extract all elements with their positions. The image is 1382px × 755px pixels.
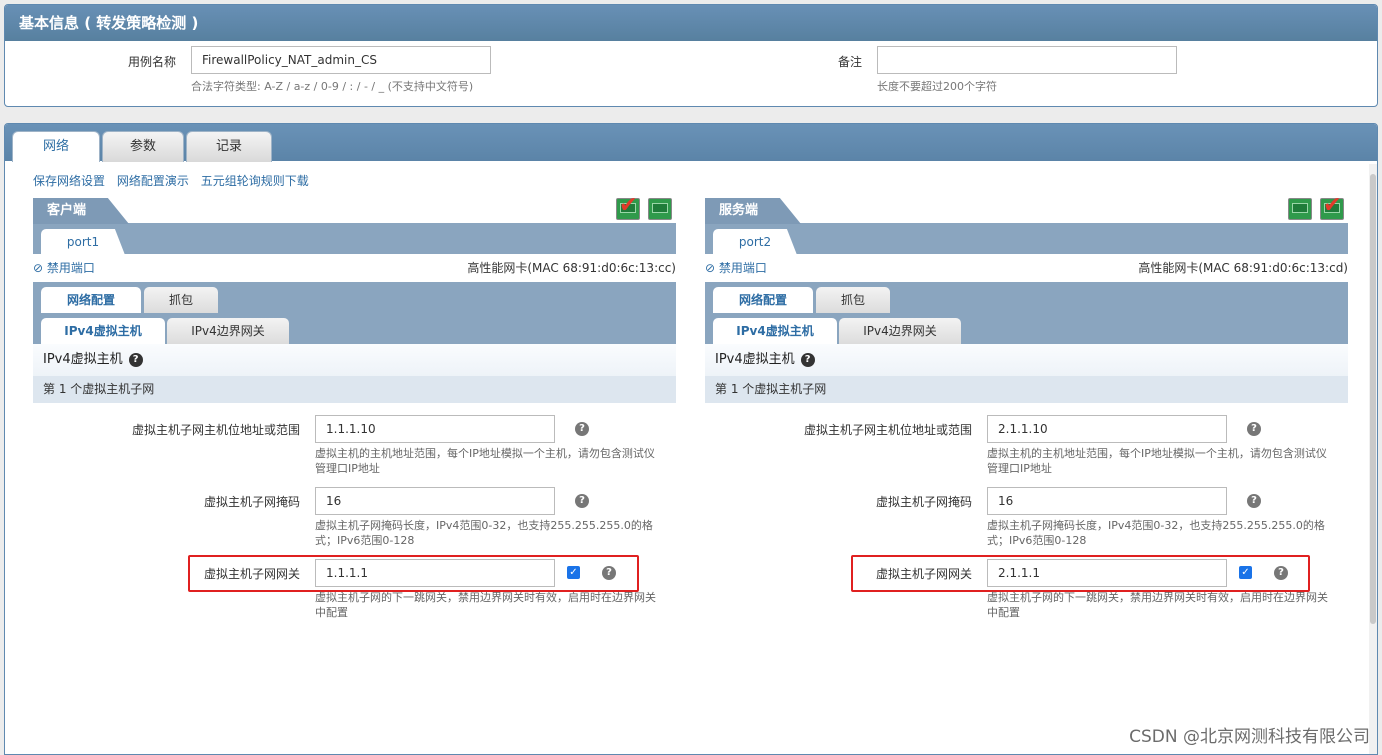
server-gw-checkbox[interactable]: ✓ [1239, 566, 1252, 579]
server-mask-input[interactable]: 16 [987, 487, 1227, 515]
tab-network[interactable]: 网络 [12, 131, 100, 162]
help-icon[interactable]: ? [575, 494, 589, 508]
server-tab-netcfg[interactable]: 网络配置 [713, 287, 813, 313]
server-port-tab[interactable]: port2 [713, 229, 797, 255]
help-icon[interactable]: ? [800, 352, 815, 367]
nic-checked-icon[interactable]: ✔ [1320, 193, 1344, 220]
client-mask-hint: 虚拟主机子网掩码长度，IPv4范围0-32，也支持255.255.255.0的格… [315, 519, 653, 547]
case-name-label: 用例名称 [128, 55, 177, 69]
server-mask-hint: 虚拟主机子网掩码长度，IPv4范围0-32，也支持255.255.255.0的格… [987, 519, 1325, 547]
main-tab-bar: 网络 参数 记录 [5, 124, 1377, 162]
case-name-hint: 合法字符类型: A-Z / a-z / 0-9 / : / - / _ (不支持… [191, 80, 474, 93]
client-disable-port-label: 禁用端口 [46, 261, 95, 275]
tuple-rule-download-link[interactable]: 五元组轮询规则下载 [201, 174, 309, 188]
client-tab-capture[interactable]: 抓包 [144, 287, 218, 313]
client-gw-checkbox[interactable]: ✓ [567, 566, 580, 579]
client-mask-input[interactable]: 16 [315, 487, 555, 515]
tab-params[interactable]: 参数 [102, 131, 184, 162]
nic-checked-icon[interactable]: ✔ [616, 193, 640, 220]
case-name-input[interactable]: FirewallPolicy_NAT_admin_CS [191, 46, 491, 74]
server-disable-port[interactable]: ⊘ 禁用端口 [705, 259, 767, 276]
client-ip-hint: 虚拟主机的主机地址范围，每个IP地址模拟一个主机，请勿包含测试仪管理口IP地址 [315, 447, 655, 475]
server-gw-label: 虚拟主机子网网关 [875, 567, 972, 581]
server-section-title: IPv4虚拟主机? [705, 344, 1348, 376]
server-subnet-title: 第 1 个虚拟主机子网 [705, 376, 1348, 403]
scrollbar[interactable] [1369, 164, 1377, 754]
server-pane: 服务端 port2 ✔ ⊘ 禁用端口 高性能网卡(MAC 68:91:d0:6c… [705, 193, 1348, 754]
help-icon[interactable]: ? [1247, 494, 1261, 508]
watermark: CSDN @北京网测科技有限公司 [1129, 727, 1370, 747]
client-tab-ipv4host[interactable]: IPv4虚拟主机 [41, 318, 165, 344]
server-gw-input[interactable]: 2.1.1.1 [987, 559, 1227, 587]
server-ip-label: 虚拟主机子网主机位地址或范围 [803, 423, 972, 437]
server-title: 服务端 [705, 198, 801, 224]
server-ip-hint: 虚拟主机的主机地址范围，每个IP地址模拟一个主机，请勿包含测试仪管理口IP地址 [987, 447, 1327, 475]
help-icon[interactable]: ? [128, 352, 143, 367]
server-disable-port-label: 禁用端口 [718, 261, 767, 275]
server-subtab-bar: 网络配置 抓包 IPv4虚拟主机 IPv4边界网关 [705, 282, 1348, 344]
help-icon[interactable]: ? [1274, 566, 1288, 580]
server-gw-hint: 虚拟主机子网的下一跳网关，禁用边界网关时有效，启用时在边界网关中配置 [987, 591, 1328, 619]
server-mask-label: 虚拟主机子网掩码 [875, 495, 972, 509]
help-icon[interactable]: ? [602, 566, 616, 580]
nic-icon[interactable] [1288, 198, 1312, 220]
client-ip-label: 虚拟主机子网主机位地址或范围 [131, 423, 300, 437]
client-subtab-bar: 网络配置 抓包 IPv4虚拟主机 IPv4边界网关 [33, 282, 676, 344]
client-section-title: IPv4虚拟主机? [33, 344, 676, 376]
action-links: 保存网络设置 网络配置演示 五元组轮询规则下载 [33, 172, 317, 189]
nic-icon[interactable] [648, 198, 672, 220]
server-tab-ipv4host[interactable]: IPv4虚拟主机 [713, 318, 837, 344]
help-icon[interactable]: ? [1247, 422, 1261, 436]
note-input[interactable] [877, 46, 1177, 74]
server-section-title-text: IPv4虚拟主机 [715, 352, 795, 367]
scrollbar-thumb[interactable] [1370, 174, 1376, 624]
client-mac: 高性能网卡(MAC 68:91:d0:6c:13:cc) [467, 261, 676, 275]
client-gw-label: 虚拟主机子网网关 [203, 567, 300, 581]
basic-info-panel: 基本信息 ( 转发策略检测 ) 用例名称 FirewallPolicy_NAT_… [4, 4, 1378, 107]
note-hint: 长度不要超过200个字符 [877, 80, 997, 93]
network-panel: 网络 参数 记录 保存网络设置 网络配置演示 五元组轮询规则下载 客户端 por… [4, 123, 1378, 755]
client-port-bar [33, 223, 676, 254]
network-demo-link[interactable]: 网络配置演示 [117, 174, 189, 188]
tab-records[interactable]: 记录 [186, 131, 272, 162]
client-gw-hint: 虚拟主机子网的下一跳网关，禁用边界网关时有效，启用时在边界网关中配置 [315, 591, 656, 619]
server-mac: 高性能网卡(MAC 68:91:d0:6c:13:cd) [1138, 261, 1348, 275]
client-disable-port[interactable]: ⊘ 禁用端口 [33, 259, 95, 276]
server-ip-input[interactable]: 2.1.1.10 [987, 415, 1227, 443]
basic-info-title: 基本信息 ( 转发策略检测 ) [5, 5, 1377, 41]
client-ip-input[interactable]: 1.1.1.10 [315, 415, 555, 443]
client-port-tab[interactable]: port1 [41, 229, 125, 255]
server-port-bar [705, 223, 1348, 254]
client-tab-netcfg[interactable]: 网络配置 [41, 287, 141, 313]
client-tab-ipv4gw[interactable]: IPv4边界网关 [167, 318, 289, 344]
save-network-link[interactable]: 保存网络设置 [33, 174, 105, 188]
client-mask-label: 虚拟主机子网掩码 [203, 495, 300, 509]
server-tab-ipv4gw[interactable]: IPv4边界网关 [839, 318, 961, 344]
client-section-title-text: IPv4虚拟主机 [43, 352, 123, 367]
client-gw-input[interactable]: 1.1.1.1 [315, 559, 555, 587]
client-subnet-title: 第 1 个虚拟主机子网 [33, 376, 676, 403]
note-label: 备注 [838, 55, 863, 69]
client-pane: 客户端 port1 ✔ ⊘ 禁用端口 高性能网卡(MAC 68:91:d0:6c… [33, 193, 676, 754]
help-icon[interactable]: ? [575, 422, 589, 436]
server-tab-capture[interactable]: 抓包 [816, 287, 890, 313]
client-title: 客户端 [33, 198, 129, 224]
